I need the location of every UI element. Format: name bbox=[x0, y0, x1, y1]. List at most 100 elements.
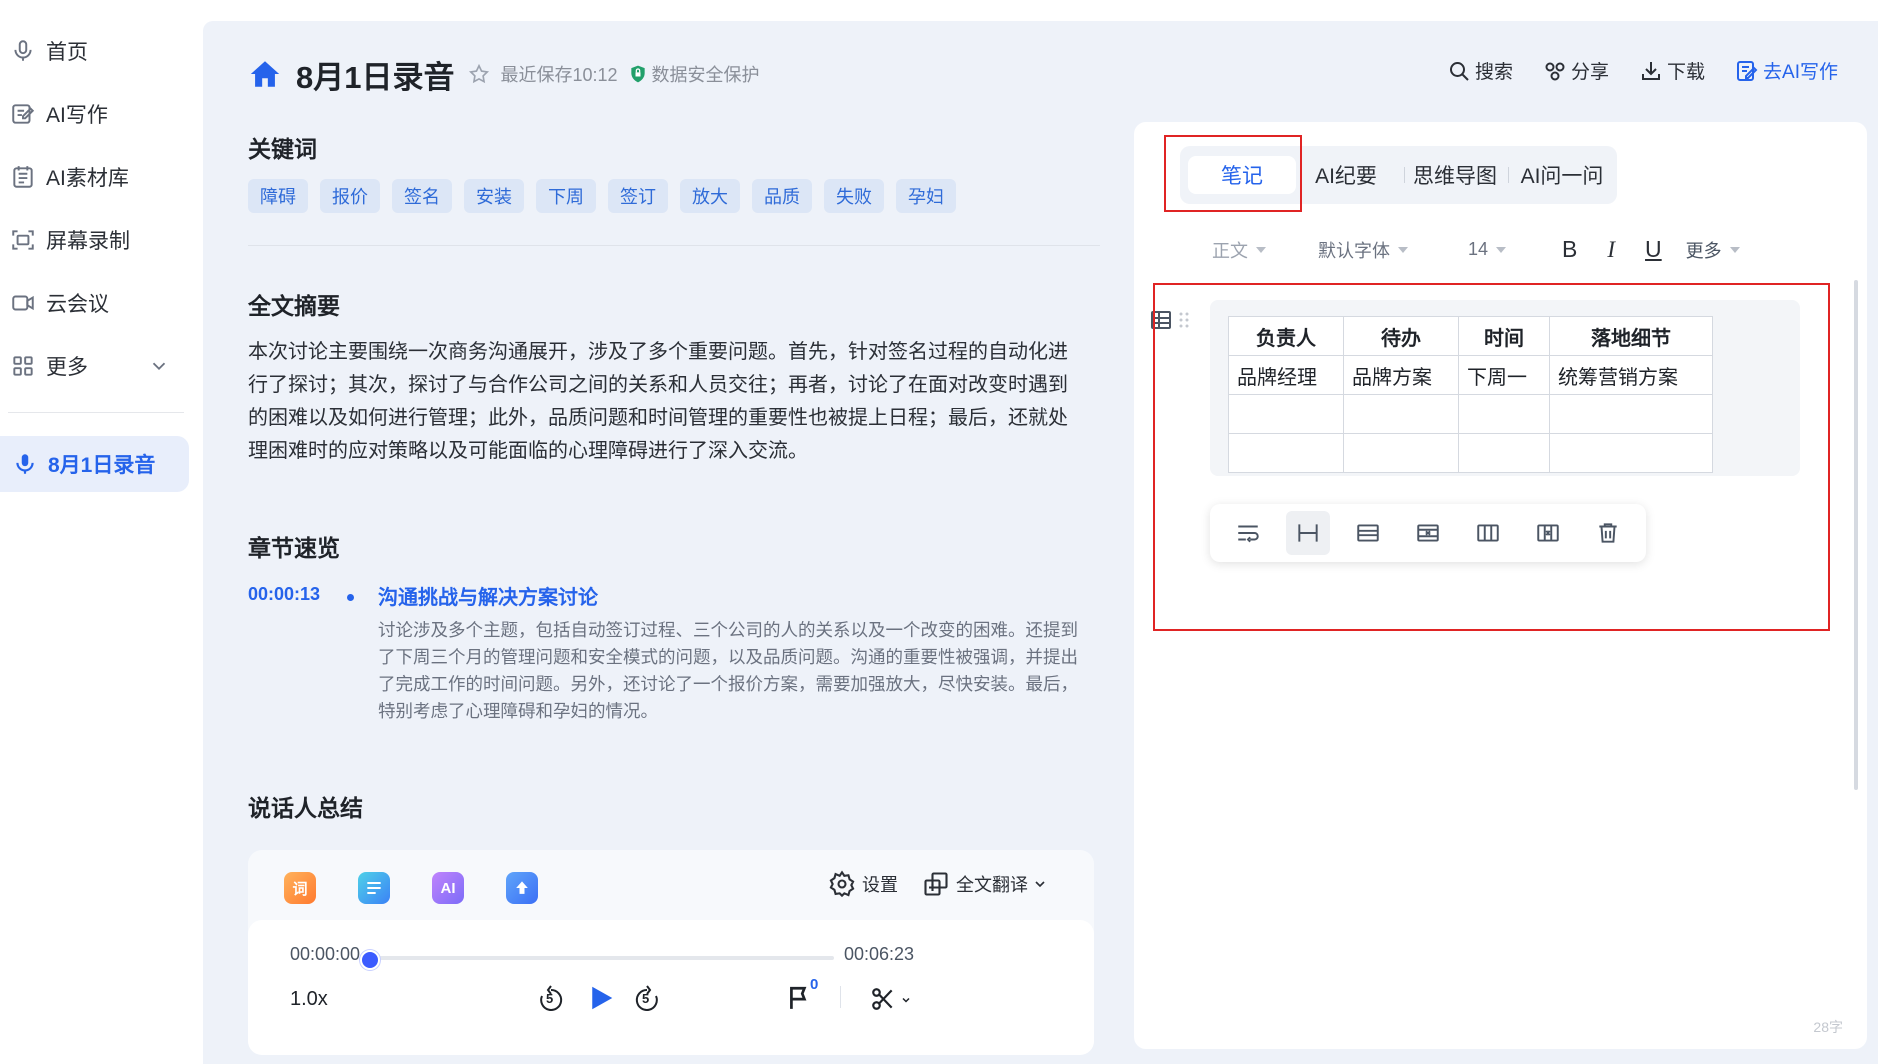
play-icon[interactable] bbox=[586, 982, 616, 1014]
sidebar-item-cloud-meeting[interactable]: 云会议 bbox=[8, 277, 190, 329]
translate-dropdown[interactable]: 全文翻译 bbox=[922, 870, 1054, 898]
keyword-tag[interactable]: 孕妇 bbox=[896, 179, 956, 213]
library-icon bbox=[13, 166, 33, 188]
note-scrollbar[interactable] bbox=[1854, 280, 1858, 790]
ai-tool-button[interactable]: AI bbox=[432, 872, 464, 904]
chapter-body: 讨论涉及多个主题，包括自动签订过程、三个公司的人的关系以及一个改变的困难。还提到… bbox=[378, 620, 1078, 721]
bold-button[interactable]: B bbox=[1562, 236, 1577, 263]
ai-edit-icon bbox=[1737, 60, 1758, 81]
flag-count: 0 bbox=[810, 976, 819, 993]
sidebar-item-recording[interactable]: 8月1日录音 bbox=[0, 436, 189, 492]
keyword-tag[interactable]: 障碍 bbox=[248, 179, 308, 213]
ai-tool-label: AI bbox=[440, 879, 456, 897]
ai-write-button[interactable]: 去AI写作 bbox=[1735, 57, 1838, 84]
star-icon[interactable] bbox=[468, 63, 490, 85]
keyword-tag[interactable]: 安装 bbox=[464, 179, 524, 213]
font-dropdown[interactable]: 默认字体 bbox=[1318, 237, 1408, 263]
chapters-title: 章节速览 bbox=[248, 535, 340, 561]
chevron-down-icon bbox=[1035, 881, 1045, 888]
scissors-icon[interactable] bbox=[870, 986, 896, 1012]
screen-record-icon bbox=[12, 230, 34, 250]
speed-button[interactable]: 1.0x bbox=[290, 988, 328, 1011]
share-label: 分享 bbox=[1571, 62, 1610, 83]
player-options: 设置 全文翻译 bbox=[828, 870, 1054, 898]
chevron-down-icon[interactable] bbox=[900, 994, 912, 1006]
outline-tool-button[interactable] bbox=[358, 872, 390, 904]
search-icon bbox=[1450, 61, 1469, 81]
translate-label: 全文翻译 bbox=[956, 875, 1028, 895]
keyword-tag[interactable]: 品质 bbox=[752, 179, 812, 213]
total-time: 00:06:23 bbox=[844, 944, 915, 964]
header-actions: 搜索 分享 下载 去AI写作 bbox=[1447, 57, 1838, 84]
caret-icon bbox=[1398, 246, 1408, 253]
keyword-tag[interactable]: 放大 bbox=[680, 179, 740, 213]
gear-icon bbox=[829, 870, 855, 898]
chevron-down-icon bbox=[152, 362, 166, 371]
more-dropdown[interactable]: 更多 bbox=[1686, 237, 1740, 263]
sidebar-item-ai-writing[interactable]: AI写作 bbox=[8, 88, 190, 140]
chapter-dot bbox=[347, 594, 354, 601]
tab-ai-qa[interactable]: AI问一问 bbox=[1514, 156, 1610, 194]
keyword-tag[interactable]: 下周 bbox=[536, 179, 596, 213]
home-icon[interactable] bbox=[248, 57, 282, 91]
keyword-tag[interactable]: 失败 bbox=[824, 179, 884, 213]
page-title[interactable]: 8月1日录音 bbox=[296, 52, 454, 97]
microphone-icon bbox=[16, 454, 34, 474]
ai-write-label: 去AI写作 bbox=[1763, 62, 1838, 83]
sidebar-item-home[interactable]: 首页 bbox=[8, 25, 190, 77]
sidebar-item-more[interactable]: 更多 bbox=[8, 340, 190, 392]
share-button[interactable]: 分享 bbox=[1543, 57, 1609, 84]
save-status: 最近保存10:12 bbox=[500, 65, 618, 85]
caret-icon bbox=[1256, 246, 1266, 253]
forward-seconds: 5 bbox=[642, 991, 650, 1006]
keyword-list: 障碍 报价 签名 安装 下周 签订 放大 品质 失败 孕妇 bbox=[248, 179, 956, 213]
flag-icon[interactable] bbox=[786, 984, 812, 1012]
font-size-dropdown[interactable]: 14 bbox=[1468, 239, 1507, 260]
tab-mind-map[interactable]: 思维导图 bbox=[1410, 156, 1500, 194]
italic-button[interactable]: I bbox=[1607, 237, 1615, 263]
word-count: 28字 bbox=[1813, 1019, 1843, 1035]
sidebar-item-screen-record[interactable]: 屏幕录制 bbox=[8, 214, 190, 266]
playback-controls: 00:00:00 00:06:23 1.0x 5 5 0 bbox=[248, 920, 1094, 1055]
control-divider bbox=[840, 986, 841, 1008]
style-label: 正文 bbox=[1212, 240, 1248, 261]
tab-ai-summary[interactable]: AI纪要 bbox=[1306, 156, 1386, 194]
style-dropdown[interactable]: 正文 bbox=[1212, 237, 1266, 263]
translate-icon bbox=[924, 872, 948, 896]
chapter-title[interactable]: 沟通挑战与解决方案讨论 bbox=[378, 581, 598, 610]
video-icon bbox=[12, 295, 34, 311]
section-divider bbox=[248, 245, 1100, 246]
sidebar-item-ai-library[interactable]: AI素材库 bbox=[8, 151, 190, 203]
download-button[interactable]: 下载 bbox=[1639, 57, 1705, 84]
keyword-tag[interactable]: 签订 bbox=[608, 179, 668, 213]
progress-track[interactable] bbox=[366, 956, 834, 960]
upload-tool-button[interactable] bbox=[506, 872, 538, 904]
progress-knob[interactable] bbox=[360, 950, 380, 970]
sidebar: 首页 AI写作 AI素材库 屏幕录制 云会议 更多 8月1日录音 bbox=[0, 0, 203, 1064]
highlight-box-tab bbox=[1164, 135, 1302, 212]
share-icon bbox=[1545, 62, 1565, 80]
keyword-tag[interactable]: 签名 bbox=[392, 179, 452, 213]
search-button[interactable]: 搜索 bbox=[1447, 57, 1513, 84]
sidebar-divider bbox=[8, 412, 184, 413]
sidebar-item-label: AI素材库 bbox=[46, 167, 129, 190]
speakers-title: 说话人总结 bbox=[248, 795, 363, 821]
audio-player: 词 AI 设置 全文翻译 00:00:00 00:06:23 1.0x 5 5 … bbox=[248, 850, 1094, 1055]
chapter-timestamp[interactable]: 00:00:13 bbox=[248, 584, 320, 605]
list-icon bbox=[367, 881, 381, 895]
keyword-tag[interactable]: 报价 bbox=[320, 179, 380, 213]
microphone-icon bbox=[14, 40, 32, 61]
highlight-box-table bbox=[1153, 283, 1830, 631]
underline-button[interactable]: U bbox=[1645, 236, 1662, 263]
settings-button[interactable]: 设置 bbox=[828, 870, 898, 898]
grid-icon bbox=[13, 356, 33, 376]
keyword-tool-button[interactable]: 词 bbox=[284, 872, 316, 904]
edit-icon bbox=[12, 104, 35, 124]
sidebar-item-label: 8月1日录音 bbox=[48, 454, 156, 477]
lock-icon bbox=[630, 65, 645, 83]
sidebar-item-label: 首页 bbox=[46, 41, 88, 64]
keywords-title: 关键词 bbox=[248, 136, 317, 162]
tab-divider bbox=[1404, 167, 1405, 183]
upload-icon bbox=[516, 881, 528, 894]
font-label: 默认字体 bbox=[1318, 240, 1390, 261]
